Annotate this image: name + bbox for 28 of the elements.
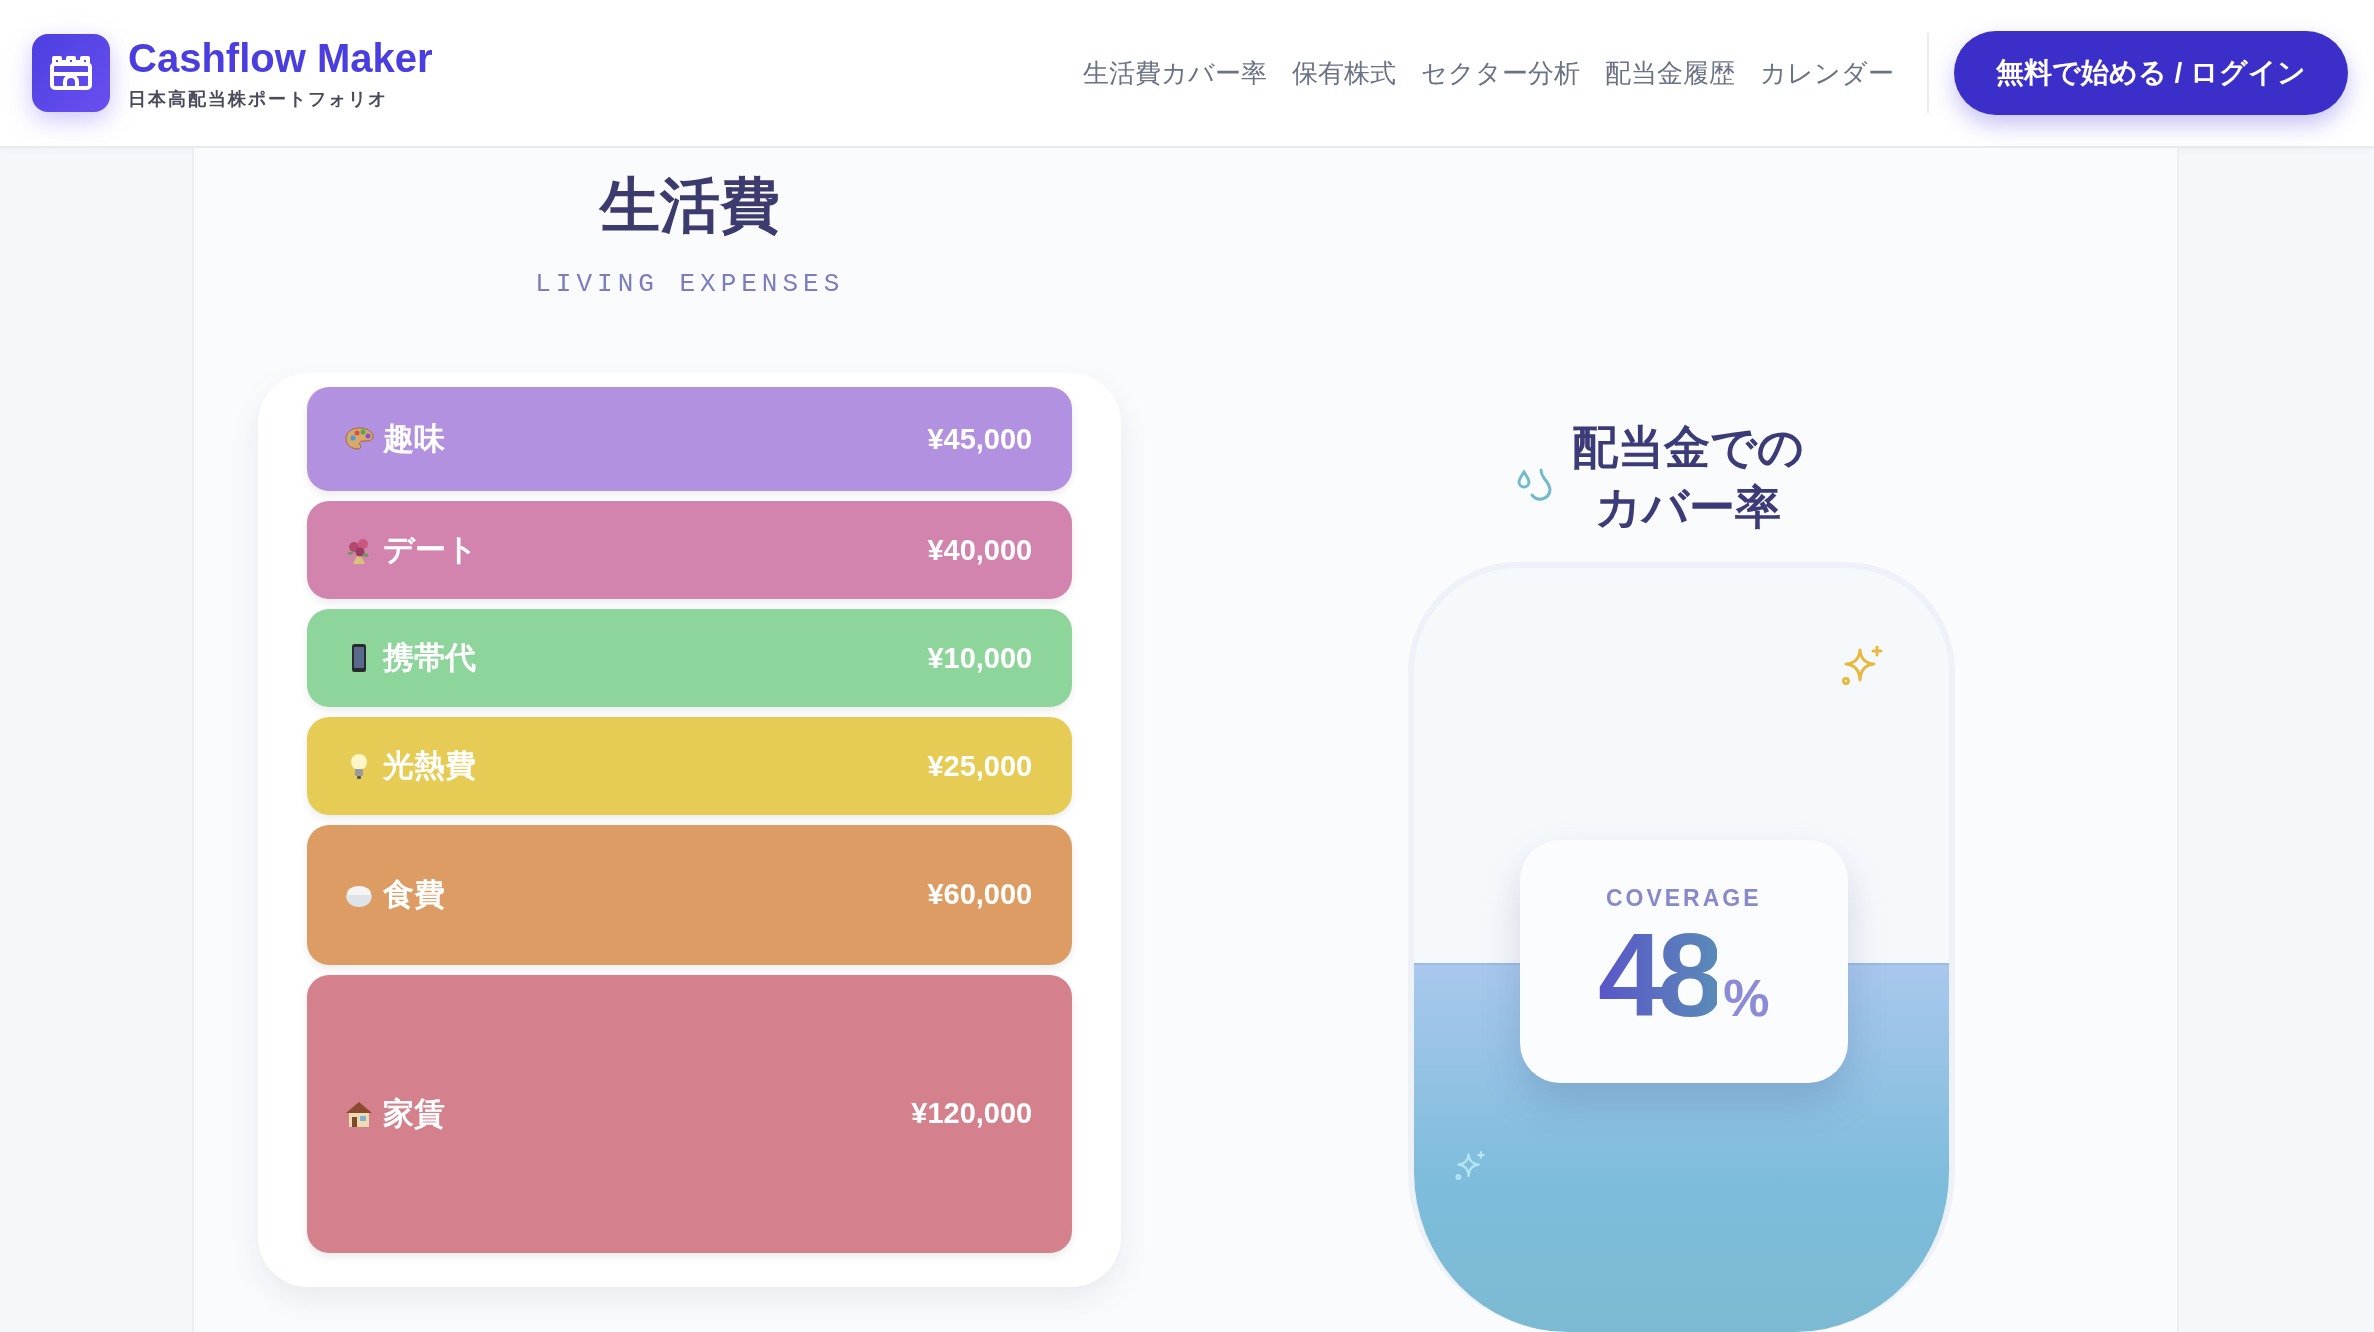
expense-amount: ¥40,000 [927,533,1033,567]
nav-link[interactable]: 配当金履歴 [1604,55,1735,91]
expense-label: 光熱費 [383,747,477,786]
sparkle-icon [1453,1149,1486,1182]
expense-amount: ¥10,000 [927,641,1033,675]
expense-label: 家賃 [383,1094,446,1133]
expense-amount: ¥120,000 [911,1097,1033,1131]
expense-amount: ¥25,000 [927,749,1033,783]
expense-label: 携帯代 [383,639,477,678]
expense-amount: ¥60,000 [927,878,1033,912]
section-subtitle: LIVING EXPENSES [535,269,845,299]
expense-label: 食費 [383,876,446,914]
nav-link[interactable]: 生活費カバー率 [1082,55,1267,91]
brand-name[interactable]: Cashflow Maker [128,35,433,81]
percent-unit: % [1723,967,1770,1028]
nav-link[interactable]: カレンダー [1759,55,1894,91]
expense-amount: ¥45,000 [927,422,1033,456]
expense-label: デート [383,531,479,570]
expense-label: 趣味 [383,420,446,459]
nav-link[interactable]: 保有株式 [1291,55,1396,91]
sparkle-icon [1839,643,1884,688]
tagline: 日本高配当株ポートフォリオ [128,87,389,111]
signup-login-button[interactable]: 無料で始める / ログイン [1953,31,2348,115]
building-logo-icon[interactable] [32,34,110,112]
coverage-caption: COVERAGE [1605,884,1762,912]
section-title: 生活費 [599,171,780,241]
coverage-title: 配当金でのカバー率 [1571,420,1806,535]
nav-link[interactable]: セクター分析 [1420,55,1580,91]
